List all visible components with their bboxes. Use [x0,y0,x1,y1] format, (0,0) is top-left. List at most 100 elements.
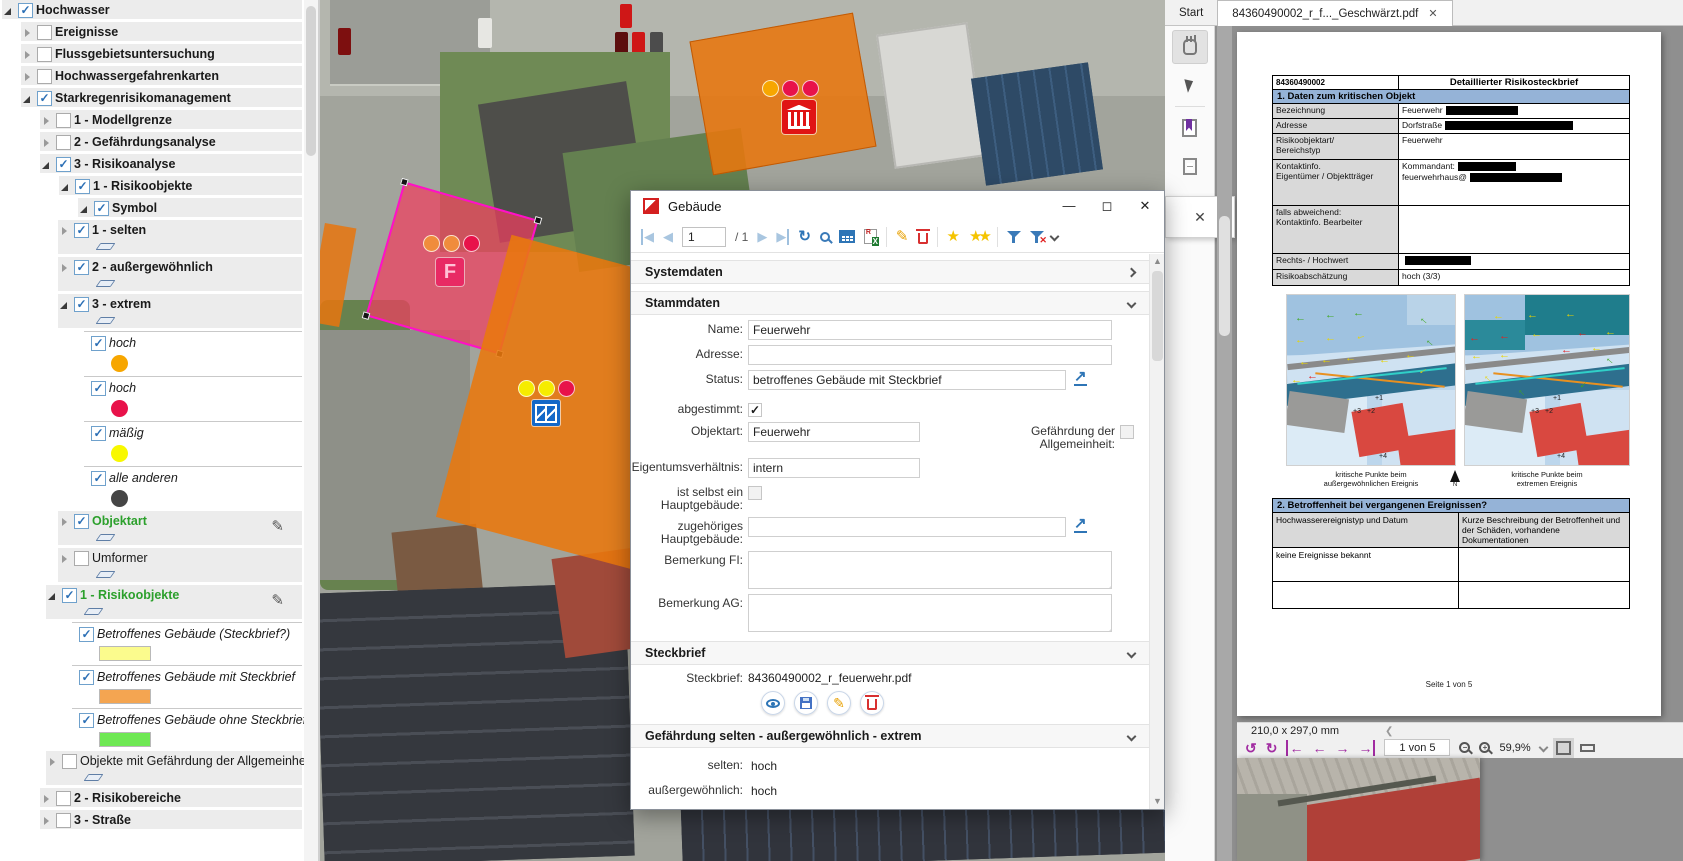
fit-width-button[interactable] [1580,744,1595,752]
layer-item[interactable]: ✓1 - selten [58,220,302,254]
delete-pdf-button[interactable] [860,691,884,715]
maximize-button[interactable]: ◻ [1088,192,1126,220]
layer-item[interactable]: ✓Betroffenes Gebäude mit Steckbrief [72,665,302,708]
collapse-arrow-icon[interactable] [2,4,17,19]
layer-checkbox[interactable]: ✓ [79,713,94,728]
bookmarks-button[interactable] [1172,111,1208,145]
record-number-input[interactable] [682,227,726,247]
expand-arrow-icon[interactable] [21,48,36,63]
hand-tool-button[interactable] [1172,30,1208,64]
expand-arrow-icon[interactable] [58,515,73,530]
scrollbar-thumb[interactable] [1152,271,1163,361]
layer-item[interactable]: ✓2 - außergewöhnlich [58,257,302,291]
edit-pencil-icon[interactable]: ✎ [896,229,909,245]
filter-icon[interactable] [1007,230,1021,244]
layer-item[interactable]: 2 - Risikobereiche [40,788,302,807]
layer-checkbox[interactable]: ✓ [37,91,52,106]
collapse-arrow-icon[interactable] [40,158,55,173]
bemerkung-fi-textarea[interactable] [748,551,1112,589]
layer-checkbox[interactable]: ✓ [91,471,106,486]
layer-checkbox[interactable]: ✓ [74,514,89,529]
section-stammdaten[interactable]: Stammdaten [631,291,1149,315]
scrollbar-thumb[interactable] [1219,216,1230,336]
fit-page-button[interactable] [1556,741,1571,755]
expand-arrow-icon[interactable] [40,792,55,807]
name-field[interactable] [748,320,1112,340]
layer-item[interactable]: ✓Starkregenrisikomanagement [21,88,302,107]
edit-pencil-icon[interactable]: ✎ [271,517,284,535]
expand-arrow-icon[interactable] [40,114,55,129]
rotate-right-icon[interactable]: ↻ [1266,740,1278,756]
layer-item[interactable]: ✓Betroffenes Gebäude ohne Steckbrief [72,708,302,751]
hall-icon[interactable] [532,400,560,426]
gefaehrdung-allg-checkbox[interactable] [1120,425,1134,439]
export-excel-icon[interactable] [864,229,877,244]
next-page-button[interactable]: → [1335,740,1349,756]
collapse-arrow-icon[interactable] [78,202,93,217]
bemerkung-ag-textarea[interactable] [748,594,1112,632]
select-tool-button[interactable] [1172,68,1208,102]
expand-arrow-icon[interactable] [58,261,73,276]
layer-checkbox[interactable] [37,25,52,40]
layer-checkbox[interactable] [56,135,71,150]
first-page-button[interactable]: ← [1286,740,1303,756]
layer-item[interactable]: ✓hoch [84,376,302,421]
rotate-left-icon[interactable]: ↺ [1245,740,1257,756]
zugehoerig-field[interactable] [748,517,1066,537]
expand-arrow-icon[interactable] [46,755,61,770]
layer-checkbox[interactable] [56,113,71,128]
layer-item[interactable]: ✓hoch [84,331,302,376]
layer-item[interactable]: Umformer [58,548,302,582]
section-gefaehrdung[interactable]: Gefährdung selten - außergewöhnlich - ex… [631,724,1149,748]
layer-item[interactable]: ✓Symbol [78,198,302,217]
table-view-icon[interactable] [839,230,855,243]
layer-checkbox[interactable]: ✓ [79,670,94,685]
filter-clear-icon[interactable]: ✕ [1030,230,1044,244]
layer-item[interactable]: ✓1 - Risikoobjekte✎ [46,585,302,619]
layer-checkbox[interactable]: ✓ [74,223,89,238]
previous-record-button[interactable]: ◀ [663,229,673,245]
last-record-button[interactable]: ▶ [776,229,789,245]
layer-checkbox[interactable] [37,69,52,84]
layer-checkbox[interactable]: ✓ [56,157,71,172]
layer-checkbox[interactable]: ✓ [91,336,106,351]
layer-item[interactable]: ✓mäßig [84,421,302,466]
zoom-out-icon[interactable]: − [1459,742,1470,753]
scroll-up-arrow[interactable]: ▲ [1150,254,1165,269]
zoom-dropdown-icon[interactable] [1538,743,1548,753]
layer-item[interactable]: 2 - Gefährdungsanalyse [40,132,302,151]
close-tab-icon[interactable]: ✕ [1428,7,1437,20]
hauptgebaeude-checkbox[interactable] [748,486,762,500]
adresse-field[interactable] [748,345,1112,365]
pages-button[interactable] [1172,149,1208,183]
zoom-in-icon[interactable]: + [1479,742,1490,753]
layer-checkbox[interactable]: ✓ [62,588,77,603]
previous-page-button[interactable]: ← [1312,740,1326,756]
close-button[interactable]: ✕ [1126,192,1164,220]
collapse-arrow-icon[interactable] [46,589,61,604]
layer-item[interactable]: ✓Hochwasser [2,0,302,19]
expand-arrow-icon[interactable] [21,26,36,41]
layer-checkbox[interactable]: ✓ [74,297,89,312]
layer-item[interactable]: ✓alle anderen [84,466,302,511]
layer-item[interactable]: ✓Betroffenes Gebäude (Steckbrief?) [72,622,302,665]
section-systemdaten[interactable]: Systemdaten [631,260,1149,284]
close-flyout-icon[interactable]: ✕ [1194,209,1206,226]
layer-item[interactable]: Flussgebietsuntersuchung [21,44,302,63]
layer-checkbox[interactable]: ✓ [91,381,106,396]
layer-checkbox[interactable] [56,791,71,806]
layer-checkbox[interactable] [37,47,52,62]
layer-checkbox[interactable] [56,813,71,828]
layer-panel-scrollbar[interactable] [304,0,318,861]
star-icon[interactable]: ★ [947,229,960,245]
layer-checkbox[interactable] [62,754,77,769]
save-pdf-button[interactable] [794,691,818,715]
dialog-scrollbar[interactable]: ▲ ▼ [1149,254,1164,809]
expand-arrow-icon[interactable] [40,136,55,151]
scroll-down-arrow[interactable]: ▼ [1150,794,1165,809]
layer-item[interactable]: Objekte mit Gefährdung der Allgemeinheit [46,751,302,785]
public-building-icon[interactable] [782,100,816,134]
page-indicator[interactable]: 1 von 5 [1384,739,1450,756]
next-record-button[interactable]: ▶ [757,229,767,245]
section-steckbrief[interactable]: Steckbrief [631,641,1149,665]
